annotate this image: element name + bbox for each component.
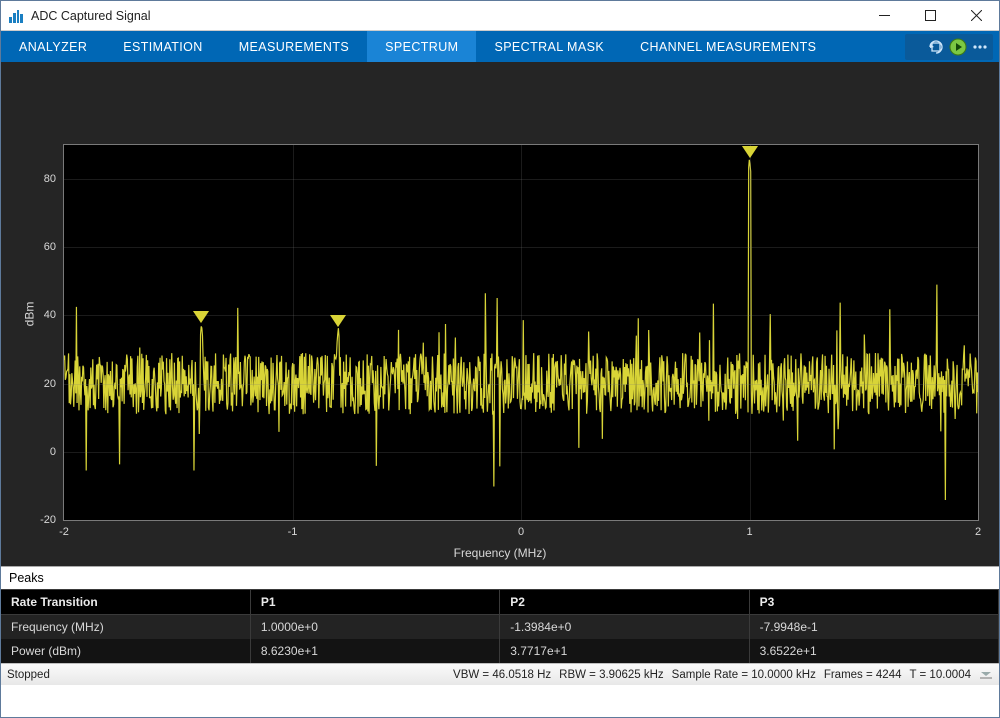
tab-analyzer[interactable]: ANALYZER: [1, 31, 105, 62]
y-tick: 0: [50, 446, 64, 458]
peaks-title: Peaks: [1, 567, 999, 589]
status-state: Stopped: [7, 669, 50, 681]
close-button[interactable]: [953, 1, 999, 30]
maximize-button[interactable]: [907, 1, 953, 30]
status-rbw: RBW = 3.90625 kHz: [559, 669, 664, 681]
y-tick: 60: [44, 241, 64, 253]
expand-status-icon[interactable]: [979, 670, 993, 680]
tab-channel-measurements[interactable]: CHANNEL MEASUREMENTS: [622, 31, 834, 62]
plot-area[interactable]: -20020406080-2-1012: [63, 144, 979, 521]
table-row: Power (dBm) 8.6230e+1 3.7717e+1 3.6522e+…: [1, 639, 999, 663]
status-vbw: VBW = 46.0518 Hz: [453, 669, 551, 681]
tab-measurements[interactable]: MEASUREMENTS: [221, 31, 367, 62]
more-options-icon[interactable]: [969, 36, 991, 58]
y-tick: 20: [44, 378, 64, 390]
app-icon: [7, 7, 25, 25]
x-tick: 0: [518, 526, 524, 538]
x-tick: 1: [746, 526, 752, 538]
tab-spectral-mask[interactable]: SPECTRAL MASK: [476, 31, 622, 62]
x-axis-label: Frequency (MHz): [454, 546, 547, 560]
x-tick: 2: [975, 526, 981, 538]
restore-default-icon[interactable]: [925, 36, 947, 58]
y-axis-label: dBm: [22, 302, 36, 327]
titlebar: ADC Captured Signal: [1, 1, 999, 31]
peaks-panel: Peaks Rate Transition P1 P2 P3 Frequency…: [1, 566, 999, 663]
toolstrip-quick-access: [905, 31, 999, 62]
peak-marker[interactable]: [742, 146, 758, 158]
peaks-header-3[interactable]: P3: [749, 590, 998, 615]
peaks-header-1[interactable]: P1: [250, 590, 499, 615]
status-bar: Stopped VBW = 46.0518 Hz RBW = 3.90625 k…: [1, 663, 999, 685]
x-tick: -1: [288, 526, 298, 538]
play-icon[interactable]: [947, 36, 969, 58]
y-tick: 80: [44, 173, 64, 185]
table-row: Frequency (MHz) 1.0000e+0 -1.3984e+0 -7.…: [1, 615, 999, 640]
peaks-header-2[interactable]: P2: [500, 590, 749, 615]
window-title: ADC Captured Signal: [31, 9, 151, 23]
ribbon-tabstrip: ANALYZER ESTIMATION MEASUREMENTS SPECTRU…: [1, 31, 999, 62]
tab-spectrum[interactable]: SPECTRUM: [367, 31, 476, 62]
minimize-button[interactable]: [861, 1, 907, 30]
peak-marker[interactable]: [330, 315, 346, 327]
spectrum-chart[interactable]: dBm Frequency (MHz) -20020406080-2-1012: [1, 62, 999, 566]
status-sample-rate: Sample Rate = 10.0000 kHz: [672, 669, 816, 681]
peaks-header-0[interactable]: Rate Transition: [1, 590, 250, 615]
peaks-table: Rate Transition P1 P2 P3 Frequency (MHz)…: [1, 589, 999, 663]
x-tick: -2: [59, 526, 69, 538]
window-controls: [861, 1, 999, 30]
status-t: T = 10.0004: [910, 669, 972, 681]
y-tick: 40: [44, 309, 64, 321]
status-frames: Frames = 4244: [824, 669, 902, 681]
y-tick: -20: [40, 514, 64, 526]
peak-marker[interactable]: [193, 311, 209, 323]
tab-estimation[interactable]: ESTIMATION: [105, 31, 220, 62]
